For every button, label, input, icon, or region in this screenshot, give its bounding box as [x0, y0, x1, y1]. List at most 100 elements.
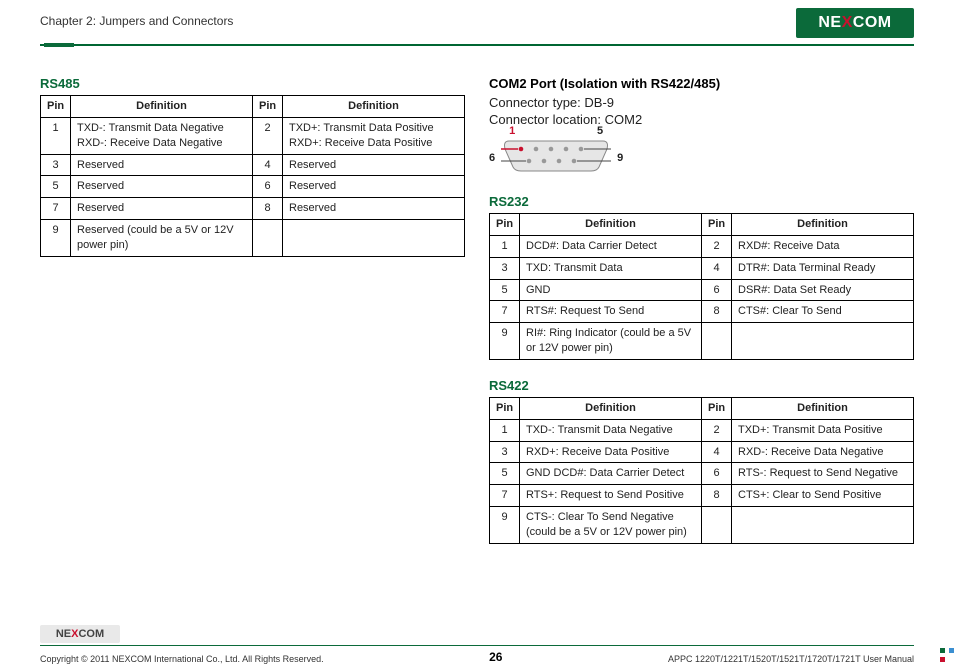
rs422-th-pin-b: Pin [702, 397, 732, 419]
pin-cell: 2 [702, 235, 732, 257]
pin-cell [702, 323, 732, 360]
definition-cell: Reserved [71, 176, 253, 198]
definition-cell: Reserved [283, 176, 465, 198]
footer-logo-com: COM [78, 628, 104, 640]
definition-cell: TXD: Transmit Data [520, 257, 702, 279]
left-column: RS485 Pin Definition Pin Definition 1TXD… [40, 76, 465, 562]
right-column: COM2 Port (Isolation with RS422/485) Con… [489, 76, 914, 562]
definition-cell [732, 507, 914, 544]
footer-logo-x: X [71, 628, 78, 640]
table-row: 3TXD: Transmit Data4DTR#: Data Terminal … [490, 257, 914, 279]
pin-cell: 3 [490, 257, 520, 279]
table-row: 7RTS+: Request to Send Positive8CTS+: Cl… [490, 485, 914, 507]
page-footer: NEXCOM Copyright © 2011 NEXCOM Internati… [0, 625, 954, 672]
definition-cell: RXD-: Receive Data Negative [732, 441, 914, 463]
page-body: RS485 Pin Definition Pin Definition 1TXD… [0, 46, 954, 562]
pin-cell: 4 [702, 441, 732, 463]
rs485-th-def-a: Definition [71, 96, 253, 118]
table-row: 9RI#: Ring Indicator (could be a 5V or 1… [490, 323, 914, 360]
rs232-tbody: 1DCD#: Data Carrier Detect2RXD#: Receive… [490, 235, 914, 359]
rs485-tbody: 1TXD-: Transmit Data Negative RXD-: Rece… [41, 117, 465, 256]
com2-port-title: COM2 Port (Isolation with RS422/485) [489, 76, 914, 91]
definition-cell: GND DCD#: Data Carrier Detect [520, 463, 702, 485]
pin-cell: 7 [41, 198, 71, 220]
rs422-title: RS422 [489, 378, 914, 393]
pin-cell [253, 220, 283, 257]
pin-cell: 9 [490, 507, 520, 544]
table-row: 9Reserved (could be a 5V or 12V power pi… [41, 220, 465, 257]
db9-label-1: 1 [509, 125, 515, 137]
pin-cell: 5 [490, 463, 520, 485]
definition-cell: CTS-: Clear To Send Negative (could be a… [520, 507, 702, 544]
table-row: 5GND DCD#: Data Carrier Detect6RTS-: Req… [490, 463, 914, 485]
definition-cell: TXD+: Transmit Data Positive [732, 419, 914, 441]
db9-diagram: 6 1 5 [489, 135, 914, 180]
rs422-th-pin-a: Pin [490, 397, 520, 419]
definition-cell: TXD+: Transmit Data Positive RXD+: Recei… [283, 117, 465, 154]
table-row: 3RXD+: Receive Data Positive4RXD-: Recei… [490, 441, 914, 463]
pin-cell: 4 [702, 257, 732, 279]
rs485-title: RS485 [40, 76, 465, 91]
definition-cell: Reserved [71, 154, 253, 176]
logo-text-com: COM [853, 14, 892, 31]
rs232-block: RS232 Pin Definition Pin Definition 1DCD… [489, 194, 914, 360]
pin-cell: 8 [702, 485, 732, 507]
definition-cell: DCD#: Data Carrier Detect [520, 235, 702, 257]
table-row: 3Reserved4Reserved [41, 154, 465, 176]
definition-cell [732, 323, 914, 360]
footer-logo: NEXCOM [40, 625, 120, 643]
definition-cell: TXD-: Transmit Data Negative [520, 419, 702, 441]
rs485-block: RS485 Pin Definition Pin Definition 1TXD… [40, 76, 465, 257]
table-row: 5Reserved6Reserved [41, 176, 465, 198]
pin-cell: 8 [253, 198, 283, 220]
definition-cell: DTR#: Data Terminal Ready [732, 257, 914, 279]
pin-cell: 7 [490, 301, 520, 323]
page-number: 26 [489, 650, 502, 664]
rs485-th-pin-a: Pin [41, 96, 71, 118]
rs232-title: RS232 [489, 194, 914, 209]
rs232-th-pin-b: Pin [702, 214, 732, 236]
rs232-th-pin-a: Pin [490, 214, 520, 236]
rs485-th-def-b: Definition [283, 96, 465, 118]
db9-label-5: 5 [597, 125, 603, 137]
chapter-title: Chapter 2: Jumpers and Connectors [40, 8, 233, 28]
rs422-table: Pin Definition Pin Definition 1TXD-: Tra… [489, 397, 914, 544]
pin-cell: 4 [253, 154, 283, 176]
pin-cell: 6 [702, 463, 732, 485]
table-row: 5GND6DSR#: Data Set Ready [490, 279, 914, 301]
pin-cell: 1 [490, 235, 520, 257]
definition-cell [283, 220, 465, 257]
manual-title: APPC 1220T/1221T/1520T/1521T/1720T/1721T… [668, 654, 914, 664]
pin-cell: 1 [41, 117, 71, 154]
table-row: 1TXD-: Transmit Data Negative2TXD+: Tran… [490, 419, 914, 441]
definition-cell: Reserved [71, 198, 253, 220]
pin-cell [702, 507, 732, 544]
pin-cell: 1 [490, 419, 520, 441]
pin-cell: 6 [253, 176, 283, 198]
db9-label-9: 9 [617, 152, 623, 164]
pin-cell: 2 [253, 117, 283, 154]
definition-cell: CTS#: Clear To Send [732, 301, 914, 323]
definition-cell: RXD+: Receive Data Positive [520, 441, 702, 463]
table-row: 1DCD#: Data Carrier Detect2RXD#: Receive… [490, 235, 914, 257]
definition-cell: Reserved (could be a 5V or 12V power pin… [71, 220, 253, 257]
table-row: 7RTS#: Request To Send8CTS#: Clear To Se… [490, 301, 914, 323]
definition-cell: CTS+: Clear to Send Positive [732, 485, 914, 507]
rs232-th-def-b: Definition [732, 214, 914, 236]
pin-cell: 5 [41, 176, 71, 198]
pin-cell: 7 [490, 485, 520, 507]
definition-cell: RTS-: Request to Send Negative [732, 463, 914, 485]
pin-cell: 9 [490, 323, 520, 360]
rs422-th-def-b: Definition [732, 397, 914, 419]
pin-cell: 5 [490, 279, 520, 301]
definition-cell: RTS+: Request to Send Positive [520, 485, 702, 507]
pin-cell: 8 [702, 301, 732, 323]
copyright-text: Copyright © 2011 NEXCOM International Co… [40, 654, 324, 664]
rs422-block: RS422 Pin Definition Pin Definition 1TXD… [489, 378, 914, 544]
definition-cell: Reserved [283, 154, 465, 176]
db9-label-6: 6 [489, 152, 495, 164]
definition-cell: RTS#: Request To Send [520, 301, 702, 323]
definition-cell: GND [520, 279, 702, 301]
pin-cell: 2 [702, 419, 732, 441]
footer-logo-ne: NE [56, 628, 71, 640]
